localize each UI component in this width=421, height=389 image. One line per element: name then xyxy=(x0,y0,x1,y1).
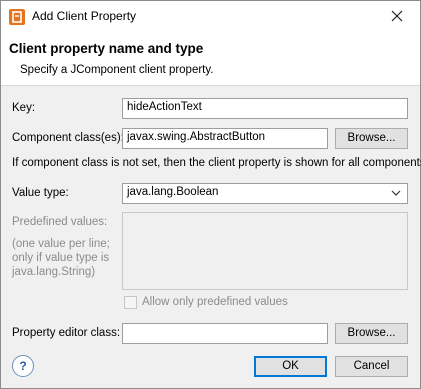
value-type-selected: java.lang.Boolean xyxy=(127,186,219,198)
title-bar: Add Client Property xyxy=(1,1,420,31)
predefined-note-line3: java.lang.String) xyxy=(12,266,96,278)
dialog-window: Add Client Property Client property name… xyxy=(0,0,421,389)
header-title: Client property name and type xyxy=(9,41,204,56)
predefined-note-line2: only if value type is xyxy=(12,252,110,264)
ok-button[interactable]: OK xyxy=(254,356,327,377)
value-type-select[interactable]: java.lang.Boolean xyxy=(122,183,408,204)
component-class-input[interactable]: javax.swing.AbstractButton xyxy=(122,128,328,149)
chevron-down-icon xyxy=(391,190,401,196)
close-button[interactable] xyxy=(374,1,420,31)
cancel-button[interactable]: Cancel xyxy=(335,356,408,377)
component-class-hint: If component class is not set, then the … xyxy=(12,157,421,169)
property-editor-input[interactable] xyxy=(122,323,328,344)
key-label: Key: xyxy=(12,102,36,114)
property-editor-label: Property editor class: xyxy=(12,327,121,339)
predefined-values-textarea[interactable] xyxy=(122,212,408,290)
help-button[interactable]: ? xyxy=(12,355,34,377)
help-icon: ? xyxy=(19,359,27,373)
header-subtitle: Specify a JComponent client property. xyxy=(20,64,214,76)
predefined-note-line1: (one value per line; xyxy=(12,238,110,250)
predefined-values-label: Predefined values: xyxy=(12,216,108,228)
allow-only-predefined-checkbox[interactable] xyxy=(124,296,137,309)
component-class-label: Component class(es): xyxy=(12,132,124,144)
window-title: Add Client Property xyxy=(32,9,137,23)
close-icon xyxy=(391,10,403,22)
allow-only-predefined-label: Allow only predefined values xyxy=(142,296,288,308)
value-type-label: Value type: xyxy=(12,187,69,199)
component-browse-button[interactable]: Browse... xyxy=(335,128,408,149)
key-input[interactable]: hideActionText xyxy=(122,98,408,119)
dialog-header: Client property name and type Specify a … xyxy=(1,31,420,86)
app-logo-icon xyxy=(9,9,25,25)
editor-browse-button[interactable]: Browse... xyxy=(335,323,408,344)
